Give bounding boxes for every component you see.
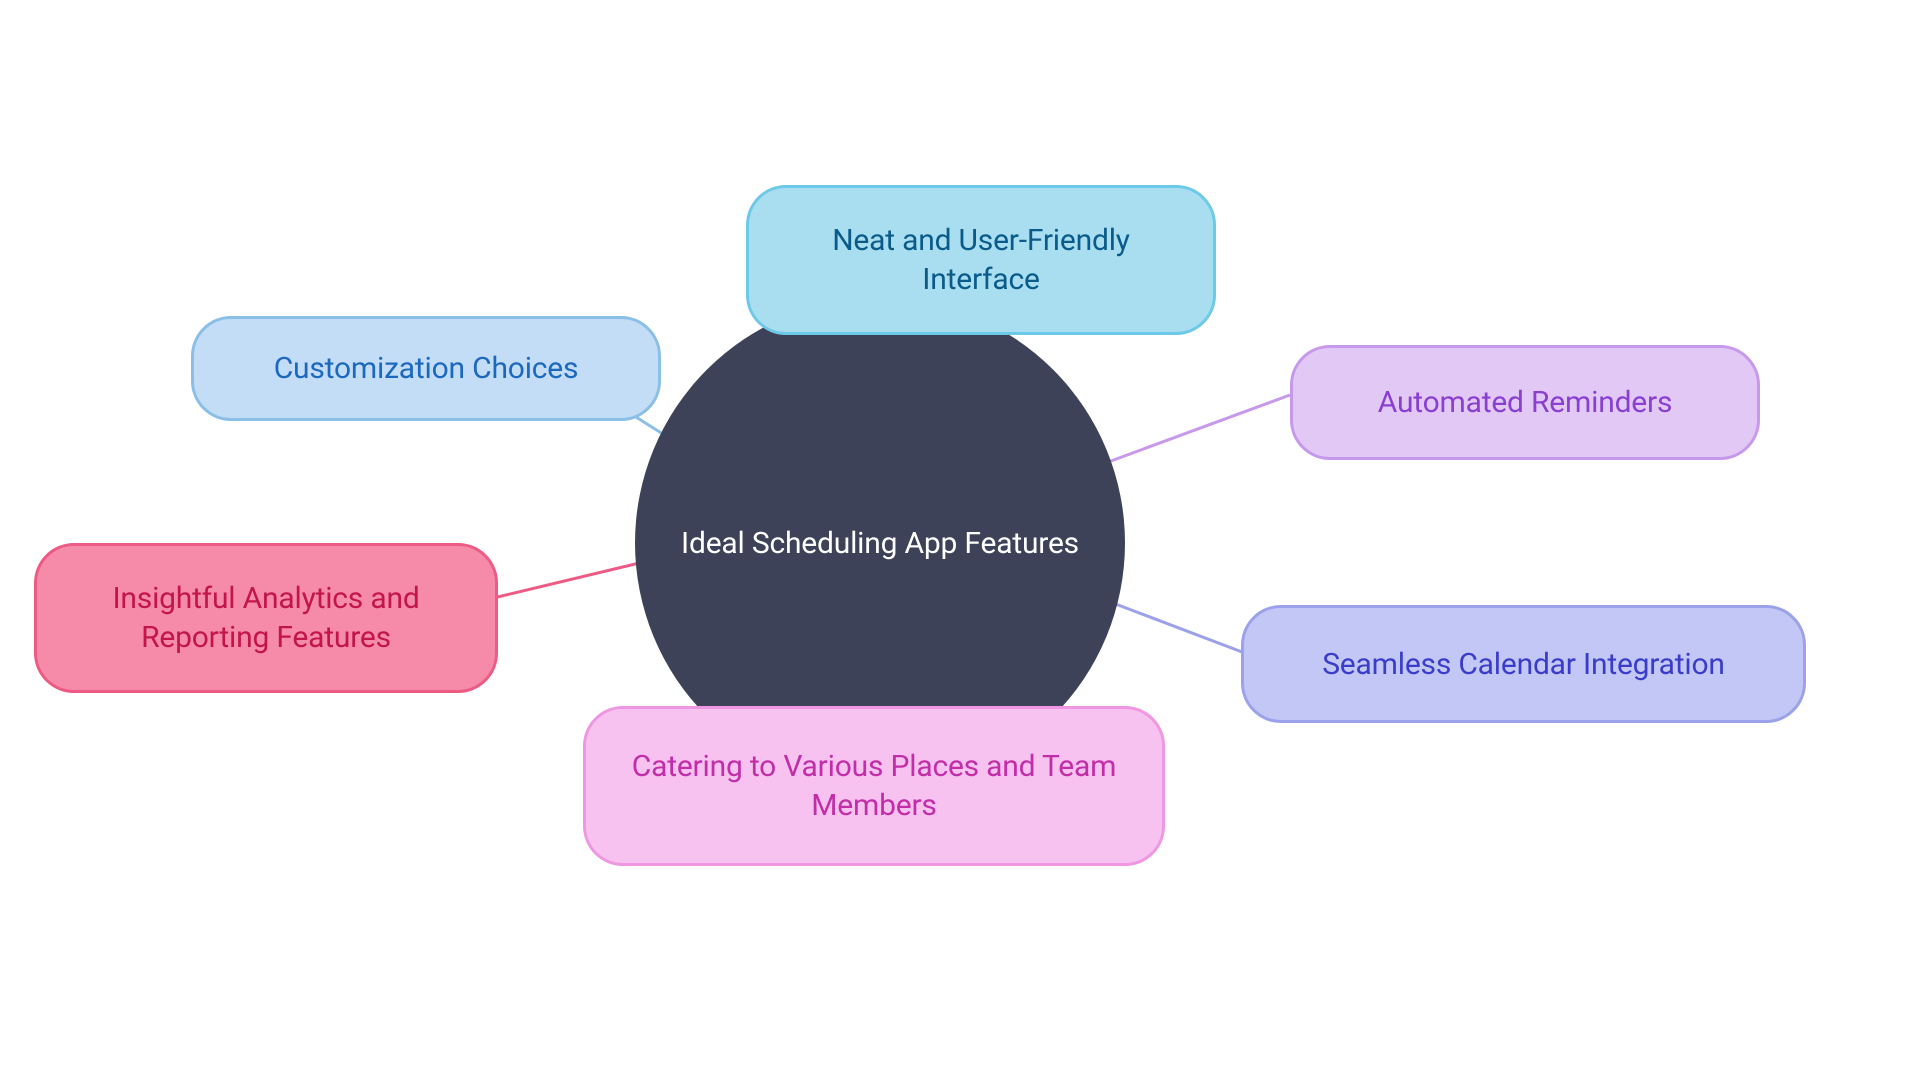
node-reminders: Automated Reminders <box>1290 345 1760 460</box>
diagram-canvas: Ideal Scheduling App Features Neat and U… <box>0 0 1920 1080</box>
node-analytics: Insightful Analytics and Reporting Featu… <box>34 543 498 693</box>
node-customization-label: Customization Choices <box>274 349 579 388</box>
node-calendar-label: Seamless Calendar Integration <box>1322 645 1725 684</box>
node-interface: Neat and User-Friendly Interface <box>746 185 1216 335</box>
node-reminders-label: Automated Reminders <box>1378 383 1673 422</box>
node-catering-label: Catering to Various Places and Team Memb… <box>620 747 1128 825</box>
node-customization: Customization Choices <box>191 316 661 421</box>
node-analytics-label: Insightful Analytics and Reporting Featu… <box>71 579 461 657</box>
center-label: Ideal Scheduling App Features <box>681 526 1079 561</box>
node-calendar: Seamless Calendar Integration <box>1241 605 1806 723</box>
node-catering: Catering to Various Places and Team Memb… <box>583 706 1165 866</box>
node-interface-label: Neat and User-Friendly Interface <box>783 221 1179 299</box>
